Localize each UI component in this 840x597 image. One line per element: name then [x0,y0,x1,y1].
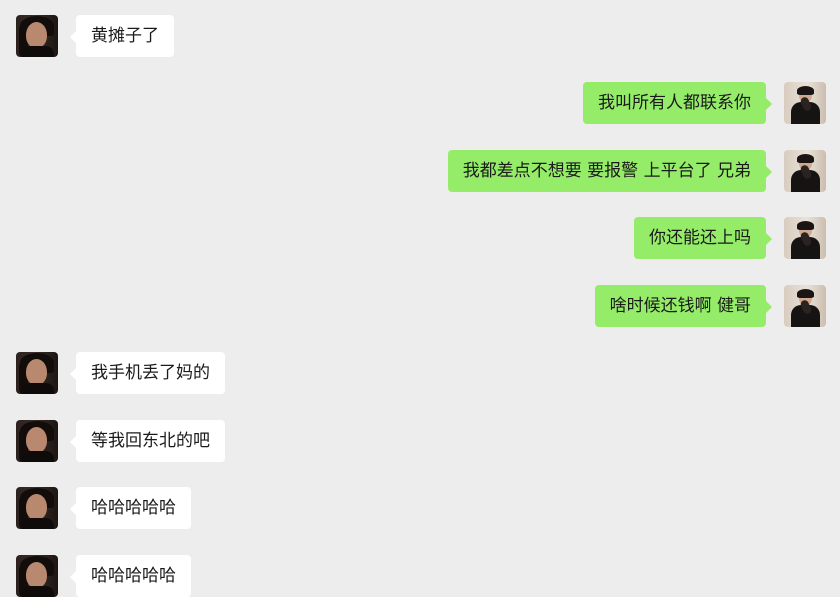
message-row-outgoing: 我叫所有人都联系你 [526,82,826,124]
message-row-incoming: 哈哈哈哈哈 [16,555,256,597]
contact-avatar[interactable] [16,487,58,529]
message-bubble-incoming[interactable]: 等我回东北的吧 [76,420,225,462]
message-row-incoming: 我手机丢了妈的 [16,352,276,394]
bubble-tail [766,166,772,178]
message-bubble-incoming[interactable]: 哈哈哈哈哈 [76,487,191,529]
message-bubble-incoming[interactable]: 哈哈哈哈哈 [76,555,191,597]
chat-message-list[interactable]: 黄摊子了 我叫所有人都联系你 我都差点不想要 要报警 上平台了 兄弟 你还能还上… [0,0,840,597]
message-bubble-incoming[interactable]: 黄摊子了 [76,15,174,57]
message-row-outgoing: 我都差点不想要 要报警 上平台了 兄弟 [406,150,826,192]
message-bubble-outgoing[interactable]: 啥时候还钱啊 健哥 [594,285,766,327]
bubble-tail [766,98,772,110]
bubble-tail [766,301,772,313]
contact-avatar[interactable] [16,420,58,462]
contact-avatar[interactable] [16,352,58,394]
message-row-incoming: 等我回东北的吧 [16,420,276,462]
message-bubble-incoming[interactable]: 我手机丢了妈的 [76,352,225,394]
message-row-outgoing: 啥时候还钱啊 健哥 [546,285,826,327]
message-row-incoming: 黄摊子了 [16,15,216,57]
bubble-tail [766,233,772,245]
self-avatar[interactable] [784,82,826,124]
self-avatar[interactable] [784,217,826,259]
contact-avatar[interactable] [16,555,58,597]
self-avatar[interactable] [784,285,826,327]
self-avatar[interactable] [784,150,826,192]
message-row-incoming: 哈哈哈哈哈 [16,487,256,529]
contact-avatar[interactable] [16,15,58,57]
message-bubble-outgoing[interactable]: 我叫所有人都联系你 [583,82,766,124]
message-row-outgoing: 你还能还上吗 [576,217,826,259]
message-bubble-outgoing[interactable]: 你还能还上吗 [634,217,766,259]
message-bubble-outgoing[interactable]: 我都差点不想要 要报警 上平台了 兄弟 [447,150,766,192]
